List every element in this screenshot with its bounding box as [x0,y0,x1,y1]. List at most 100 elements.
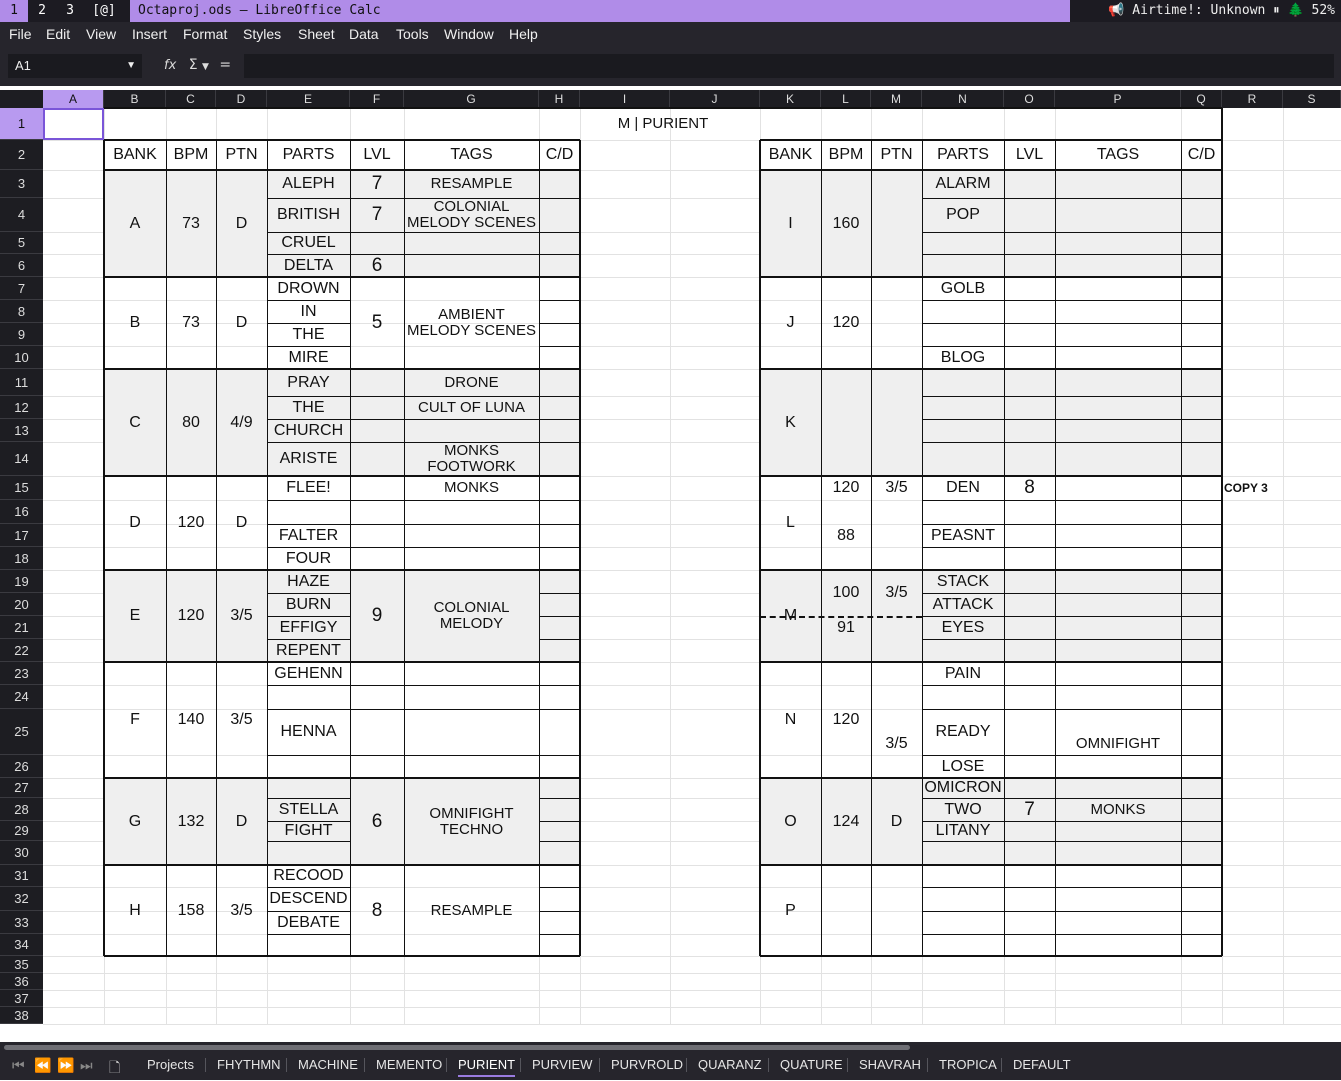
part-name[interactable] [922,547,1004,570]
bank-label[interactable]: A [104,170,166,277]
part-name[interactable]: FOUR [267,547,350,570]
column-label-cd[interactable]: C/D [1181,140,1222,170]
bank-tags[interactable]: RESAMPLE [404,865,539,956]
bank-pattern[interactable]: D [216,170,267,277]
row-header-2[interactable]: 2 [0,140,43,170]
part-tags[interactable] [404,254,539,277]
bank-bpm[interactable]: 120 [821,662,871,778]
part-name[interactable]: HENNA [267,709,350,755]
row-header-19[interactable]: 19 [0,570,43,593]
bank-label[interactable]: E [104,570,166,662]
row-header-6[interactable]: 6 [0,254,43,277]
part-name[interactable]: FIGHT [267,821,350,841]
workspace-2[interactable]: 2 [28,0,56,22]
workspace-3[interactable]: 3 [56,0,84,22]
part-name[interactable]: STACK [922,570,1004,593]
column-header-N[interactable]: N [922,90,1004,108]
part-name[interactable]: DESCEND [267,887,350,911]
part-level[interactable]: 7 [350,170,404,198]
part-pattern[interactable]: 3/5 [871,476,922,500]
part-name[interactable]: IN [267,300,350,323]
menu-edit[interactable]: Edit [46,26,70,42]
part-name[interactable]: EFFIGY [267,616,350,639]
row-header-18[interactable]: 18 [0,547,43,570]
column-header-J[interactable]: J [670,90,760,108]
part-tags[interactable] [404,500,539,524]
column-header-D[interactable]: D [216,90,267,108]
part-name[interactable]: DEN [922,476,1004,500]
row-header-30[interactable]: 30 [0,841,43,865]
part-name[interactable]: STELLA [267,798,350,821]
bank-bpm[interactable]: 73 [166,277,216,369]
chevron-down-icon[interactable]: ▼ [202,62,209,72]
part-pattern[interactable]: 3/5 [871,709,922,778]
add-sheet-icon[interactable]: 🗋 [109,1057,120,1081]
part-name[interactable]: RECOOD [267,865,350,887]
workspace-1[interactable]: 1 [0,0,28,22]
bank-label[interactable]: G [104,778,166,865]
part-name[interactable]: BURN [267,593,350,616]
column-header-K[interactable]: K [760,90,821,108]
part-name[interactable]: DEBATE [267,911,350,934]
column-header-E[interactable]: E [267,90,350,108]
column-header-C[interactable]: C [166,90,216,108]
part-name[interactable]: HAZE [267,570,350,593]
sheet-tab-fhythmn[interactable]: FHYTHMN [217,1057,281,1072]
bank-tags[interactable]: OMNIFIGHT TECHNO [404,778,539,865]
bank-bpm[interactable]: 80 [166,369,216,476]
bank-label[interactable]: D [104,476,166,570]
row-header-36[interactable]: 36 [0,973,43,990]
bank-label[interactable]: F [104,662,166,778]
row-header-29[interactable]: 29 [0,821,43,841]
row-header-38[interactable]: 38 [0,1007,43,1024]
part-name[interactable] [267,778,350,798]
column-label-parts[interactable]: PARTS [922,140,1004,170]
part-name[interactable]: FALTER [267,524,350,547]
part-name[interactable] [922,841,1004,865]
row-header-28[interactable]: 28 [0,798,43,821]
part-name[interactable]: MIRE [267,346,350,369]
part-name[interactable]: OMICRON [922,778,1004,798]
menu-help[interactable]: Help [509,26,538,42]
sheet-tab-purient[interactable]: PURIENT [458,1057,516,1077]
part-name[interactable]: DELTA [267,254,350,277]
part-name[interactable] [922,300,1004,323]
part-tags[interactable]: CULT OF LUNA [404,396,539,419]
menu-sheet[interactable]: Sheet [298,26,335,42]
row-header-15[interactable]: 15 [0,476,43,500]
column-label-cd[interactable]: C/D [539,140,580,170]
column-label-lvl[interactable]: LVL [350,140,404,170]
row-header-5[interactable]: 5 [0,232,43,254]
row-header-9[interactable]: 9 [0,323,43,346]
row-header-22[interactable]: 22 [0,639,43,662]
row-header-24[interactable]: 24 [0,685,43,709]
column-header-S[interactable]: S [1283,90,1341,108]
part-level[interactable]: 8 [1004,476,1055,500]
bank-label[interactable]: P [760,865,821,956]
bank-level[interactable]: 8 [350,865,404,956]
column-header-A[interactable]: A [43,90,104,108]
menu-data[interactable]: Data [349,26,379,42]
column-header-H[interactable]: H [539,90,580,108]
formula-input[interactable] [244,54,1334,78]
copy-note[interactable]: COPY 3 [1224,481,1268,495]
row-header-31[interactable]: 31 [0,865,43,887]
row-header-4[interactable]: 4 [0,198,43,232]
row-header-37[interactable]: 37 [0,990,43,1007]
part-tags[interactable] [404,524,539,547]
bank-pattern[interactable]: 3/5 [216,865,267,956]
part-name[interactable] [922,254,1004,277]
part-name[interactable] [922,500,1004,524]
column-header-O[interactable]: O [1004,90,1055,108]
active-cell-cursor[interactable] [43,108,104,140]
row-header-10[interactable]: 10 [0,346,43,369]
column-label-tags[interactable]: TAGS [404,140,539,170]
row-header-25[interactable]: 25 [0,709,43,755]
row-header-11[interactable]: 11 [0,369,43,396]
sheet-tab-purvrold[interactable]: PURVROLD [611,1057,683,1072]
column-label-parts[interactable]: PARTS [267,140,350,170]
bank-label[interactable]: K [760,369,821,476]
column-header-M[interactable]: M [871,90,922,108]
workspace-4[interactable]: [@] [84,0,124,22]
row-header-21[interactable]: 21 [0,616,43,639]
